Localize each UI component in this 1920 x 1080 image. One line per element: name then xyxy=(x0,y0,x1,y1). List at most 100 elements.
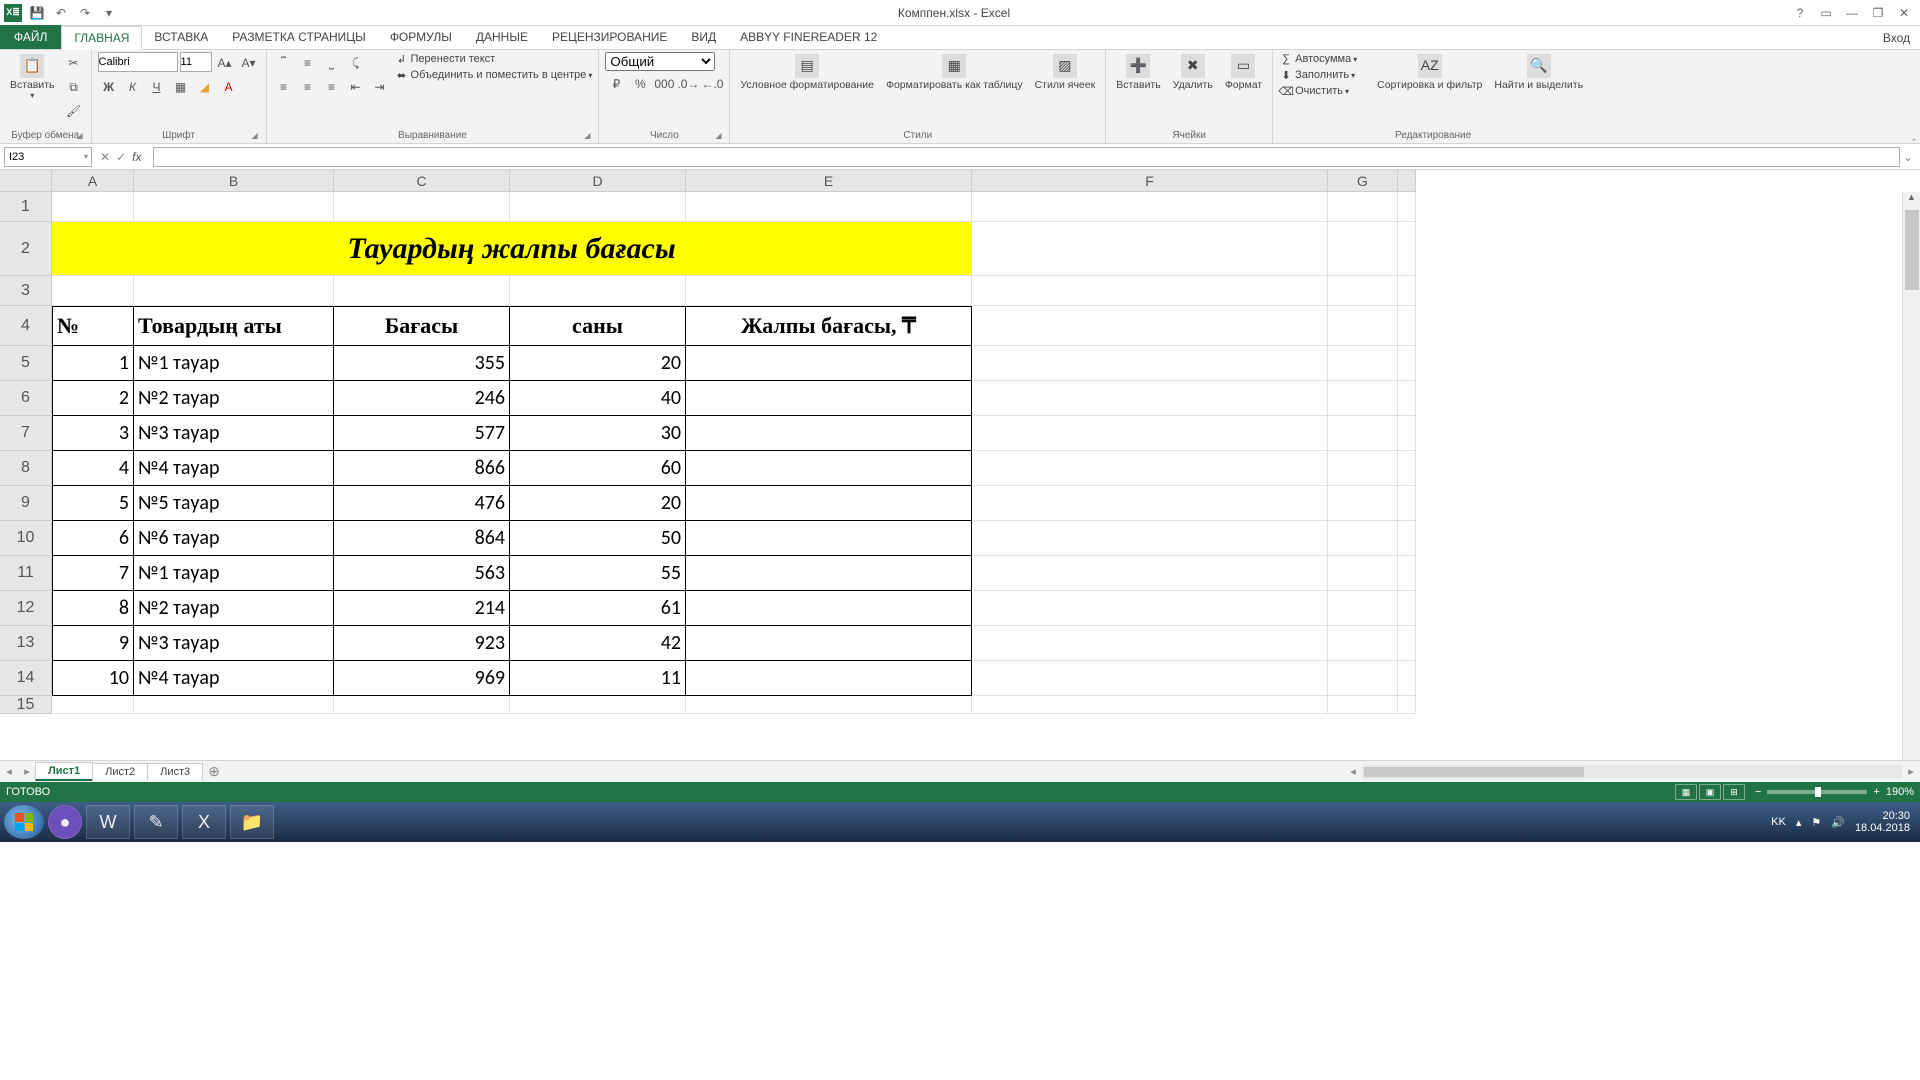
zoom-slider[interactable] xyxy=(1767,790,1867,794)
align-middle-button[interactable]: ≡ xyxy=(297,52,319,74)
decrease-decimal-button[interactable]: ←.0 xyxy=(701,73,723,95)
conditional-formatting-button[interactable]: ▤Условное форматирование xyxy=(736,52,878,94)
cell[interactable] xyxy=(1328,192,1398,222)
data-cell[interactable] xyxy=(686,591,972,626)
copy-button[interactable]: ⧉ xyxy=(63,76,85,98)
action-center-icon[interactable]: ⚑ xyxy=(1811,816,1821,829)
scroll-up-arrow[interactable]: ▲ xyxy=(1903,192,1920,208)
cell[interactable] xyxy=(1398,486,1416,521)
cell[interactable] xyxy=(686,696,972,714)
normal-view-button[interactable]: ▦ xyxy=(1675,784,1697,800)
ribbon-display-options[interactable]: ▭ xyxy=(1816,3,1836,23)
zoom-in-button[interactable]: + xyxy=(1873,786,1879,798)
data-cell[interactable]: 9 xyxy=(52,626,134,661)
row-header[interactable]: 1 xyxy=(0,192,52,222)
cell[interactable] xyxy=(972,306,1328,346)
data-cell[interactable]: №1 тауар xyxy=(134,556,334,591)
language-indicator[interactable]: KK xyxy=(1771,816,1786,828)
column-header[interactable]: C xyxy=(334,170,510,192)
delete-cells-button[interactable]: ✖Удалить xyxy=(1169,52,1217,94)
tab-formulas[interactable]: ФОРМУЛЫ xyxy=(378,25,464,49)
align-top-button[interactable]: ⎴ xyxy=(273,52,295,74)
minimize-button[interactable]: — xyxy=(1842,3,1862,23)
cell[interactable] xyxy=(1398,346,1416,381)
cell[interactable] xyxy=(1398,591,1416,626)
cell[interactable] xyxy=(1328,416,1398,451)
cell-styles-button[interactable]: ▨Стили ячеек xyxy=(1031,52,1100,94)
horizontal-scrollbar[interactable] xyxy=(1362,765,1902,779)
data-cell[interactable]: №2 тауар xyxy=(134,591,334,626)
undo-button[interactable]: ↶ xyxy=(52,4,70,22)
taskbar-explorer-button[interactable]: 📁 xyxy=(230,805,274,839)
data-cell[interactable] xyxy=(686,521,972,556)
cortana-button[interactable]: ● xyxy=(48,805,82,839)
data-cell[interactable]: 61 xyxy=(510,591,686,626)
data-cell[interactable]: 577 xyxy=(334,416,510,451)
data-cell[interactable]: 55 xyxy=(510,556,686,591)
sheet-tab[interactable]: Лист2 xyxy=(92,763,148,780)
cell[interactable] xyxy=(134,276,334,306)
save-button[interactable]: 💾 xyxy=(28,4,46,22)
decrease-indent-button[interactable]: ⇤ xyxy=(345,76,367,98)
customize-qat-button[interactable]: ▾ xyxy=(100,4,118,22)
cell[interactable] xyxy=(1398,661,1416,696)
add-sheet-button[interactable]: ⊕ xyxy=(203,763,225,780)
cell[interactable] xyxy=(1328,451,1398,486)
data-cell[interactable]: 40 xyxy=(510,381,686,416)
cell[interactable] xyxy=(1398,521,1416,556)
bold-button[interactable]: Ж xyxy=(98,76,120,98)
cell[interactable] xyxy=(972,521,1328,556)
header-cell[interactable]: Товардың аты xyxy=(134,306,334,346)
cell[interactable] xyxy=(52,276,134,306)
sheet-nav-prev[interactable]: ▸ xyxy=(18,765,36,778)
collapse-ribbon-button[interactable]: ˆ xyxy=(1912,138,1916,150)
row-header[interactable]: 12 xyxy=(0,591,52,626)
wrap-text-button[interactable]: ↲Перенести текст xyxy=(395,52,593,66)
cell[interactable] xyxy=(1328,626,1398,661)
cell[interactable] xyxy=(1398,416,1416,451)
sheet-tab[interactable]: Лист3 xyxy=(147,763,203,780)
row-header[interactable]: 5 xyxy=(0,346,52,381)
row-header[interactable]: 11 xyxy=(0,556,52,591)
data-cell[interactable]: 60 xyxy=(510,451,686,486)
row-header[interactable]: 4 xyxy=(0,306,52,346)
cell[interactable] xyxy=(1398,381,1416,416)
column-header[interactable]: B xyxy=(134,170,334,192)
cell[interactable] xyxy=(52,696,134,714)
column-header[interactable]: E xyxy=(686,170,972,192)
taskbar-app-button[interactable]: ✎ xyxy=(134,805,178,839)
data-cell[interactable]: 30 xyxy=(510,416,686,451)
restore-button[interactable]: ❐ xyxy=(1868,3,1888,23)
sheet-tab[interactable]: Лист1 xyxy=(35,762,93,781)
data-cell[interactable]: 246 xyxy=(334,381,510,416)
cell[interactable] xyxy=(972,486,1328,521)
data-cell[interactable]: 50 xyxy=(510,521,686,556)
hscroll-left-arrow[interactable]: ◂ xyxy=(1344,765,1362,778)
cell[interactable] xyxy=(334,696,510,714)
data-cell[interactable]: 11 xyxy=(510,661,686,696)
increase-font-button[interactable]: A▴ xyxy=(214,52,236,74)
cell[interactable] xyxy=(134,192,334,222)
data-cell[interactable] xyxy=(686,416,972,451)
format-cells-button[interactable]: ▭Формат xyxy=(1221,52,1266,94)
cell[interactable] xyxy=(334,192,510,222)
data-cell[interactable]: 10 xyxy=(52,661,134,696)
font-size-input[interactable] xyxy=(180,52,212,72)
data-cell[interactable] xyxy=(686,451,972,486)
data-cell[interactable] xyxy=(686,556,972,591)
autosum-button[interactable]: ∑Автосумма ▾ xyxy=(1279,52,1369,66)
header-cell[interactable]: Жалпы бағасы, ₸ xyxy=(686,306,972,346)
close-button[interactable]: ✕ xyxy=(1894,3,1914,23)
cell[interactable] xyxy=(972,346,1328,381)
tab-review[interactable]: РЕЦЕНЗИРОВАНИЕ xyxy=(540,25,679,49)
alignment-dialog-launcher[interactable]: ◢ xyxy=(582,131,592,141)
enter-formula-button[interactable]: ✓ xyxy=(116,150,126,164)
row-header[interactable]: 13 xyxy=(0,626,52,661)
format-as-table-button[interactable]: ▦Форматировать как таблицу xyxy=(882,52,1027,94)
column-header[interactable]: G xyxy=(1328,170,1398,192)
data-cell[interactable] xyxy=(686,626,972,661)
title-cell[interactable]: Тауардың жалпы бағасы xyxy=(52,222,972,276)
column-header[interactable]: A xyxy=(52,170,134,192)
paste-button[interactable]: 📋 Вставить ▾ xyxy=(6,52,59,102)
cell[interactable] xyxy=(972,192,1328,222)
